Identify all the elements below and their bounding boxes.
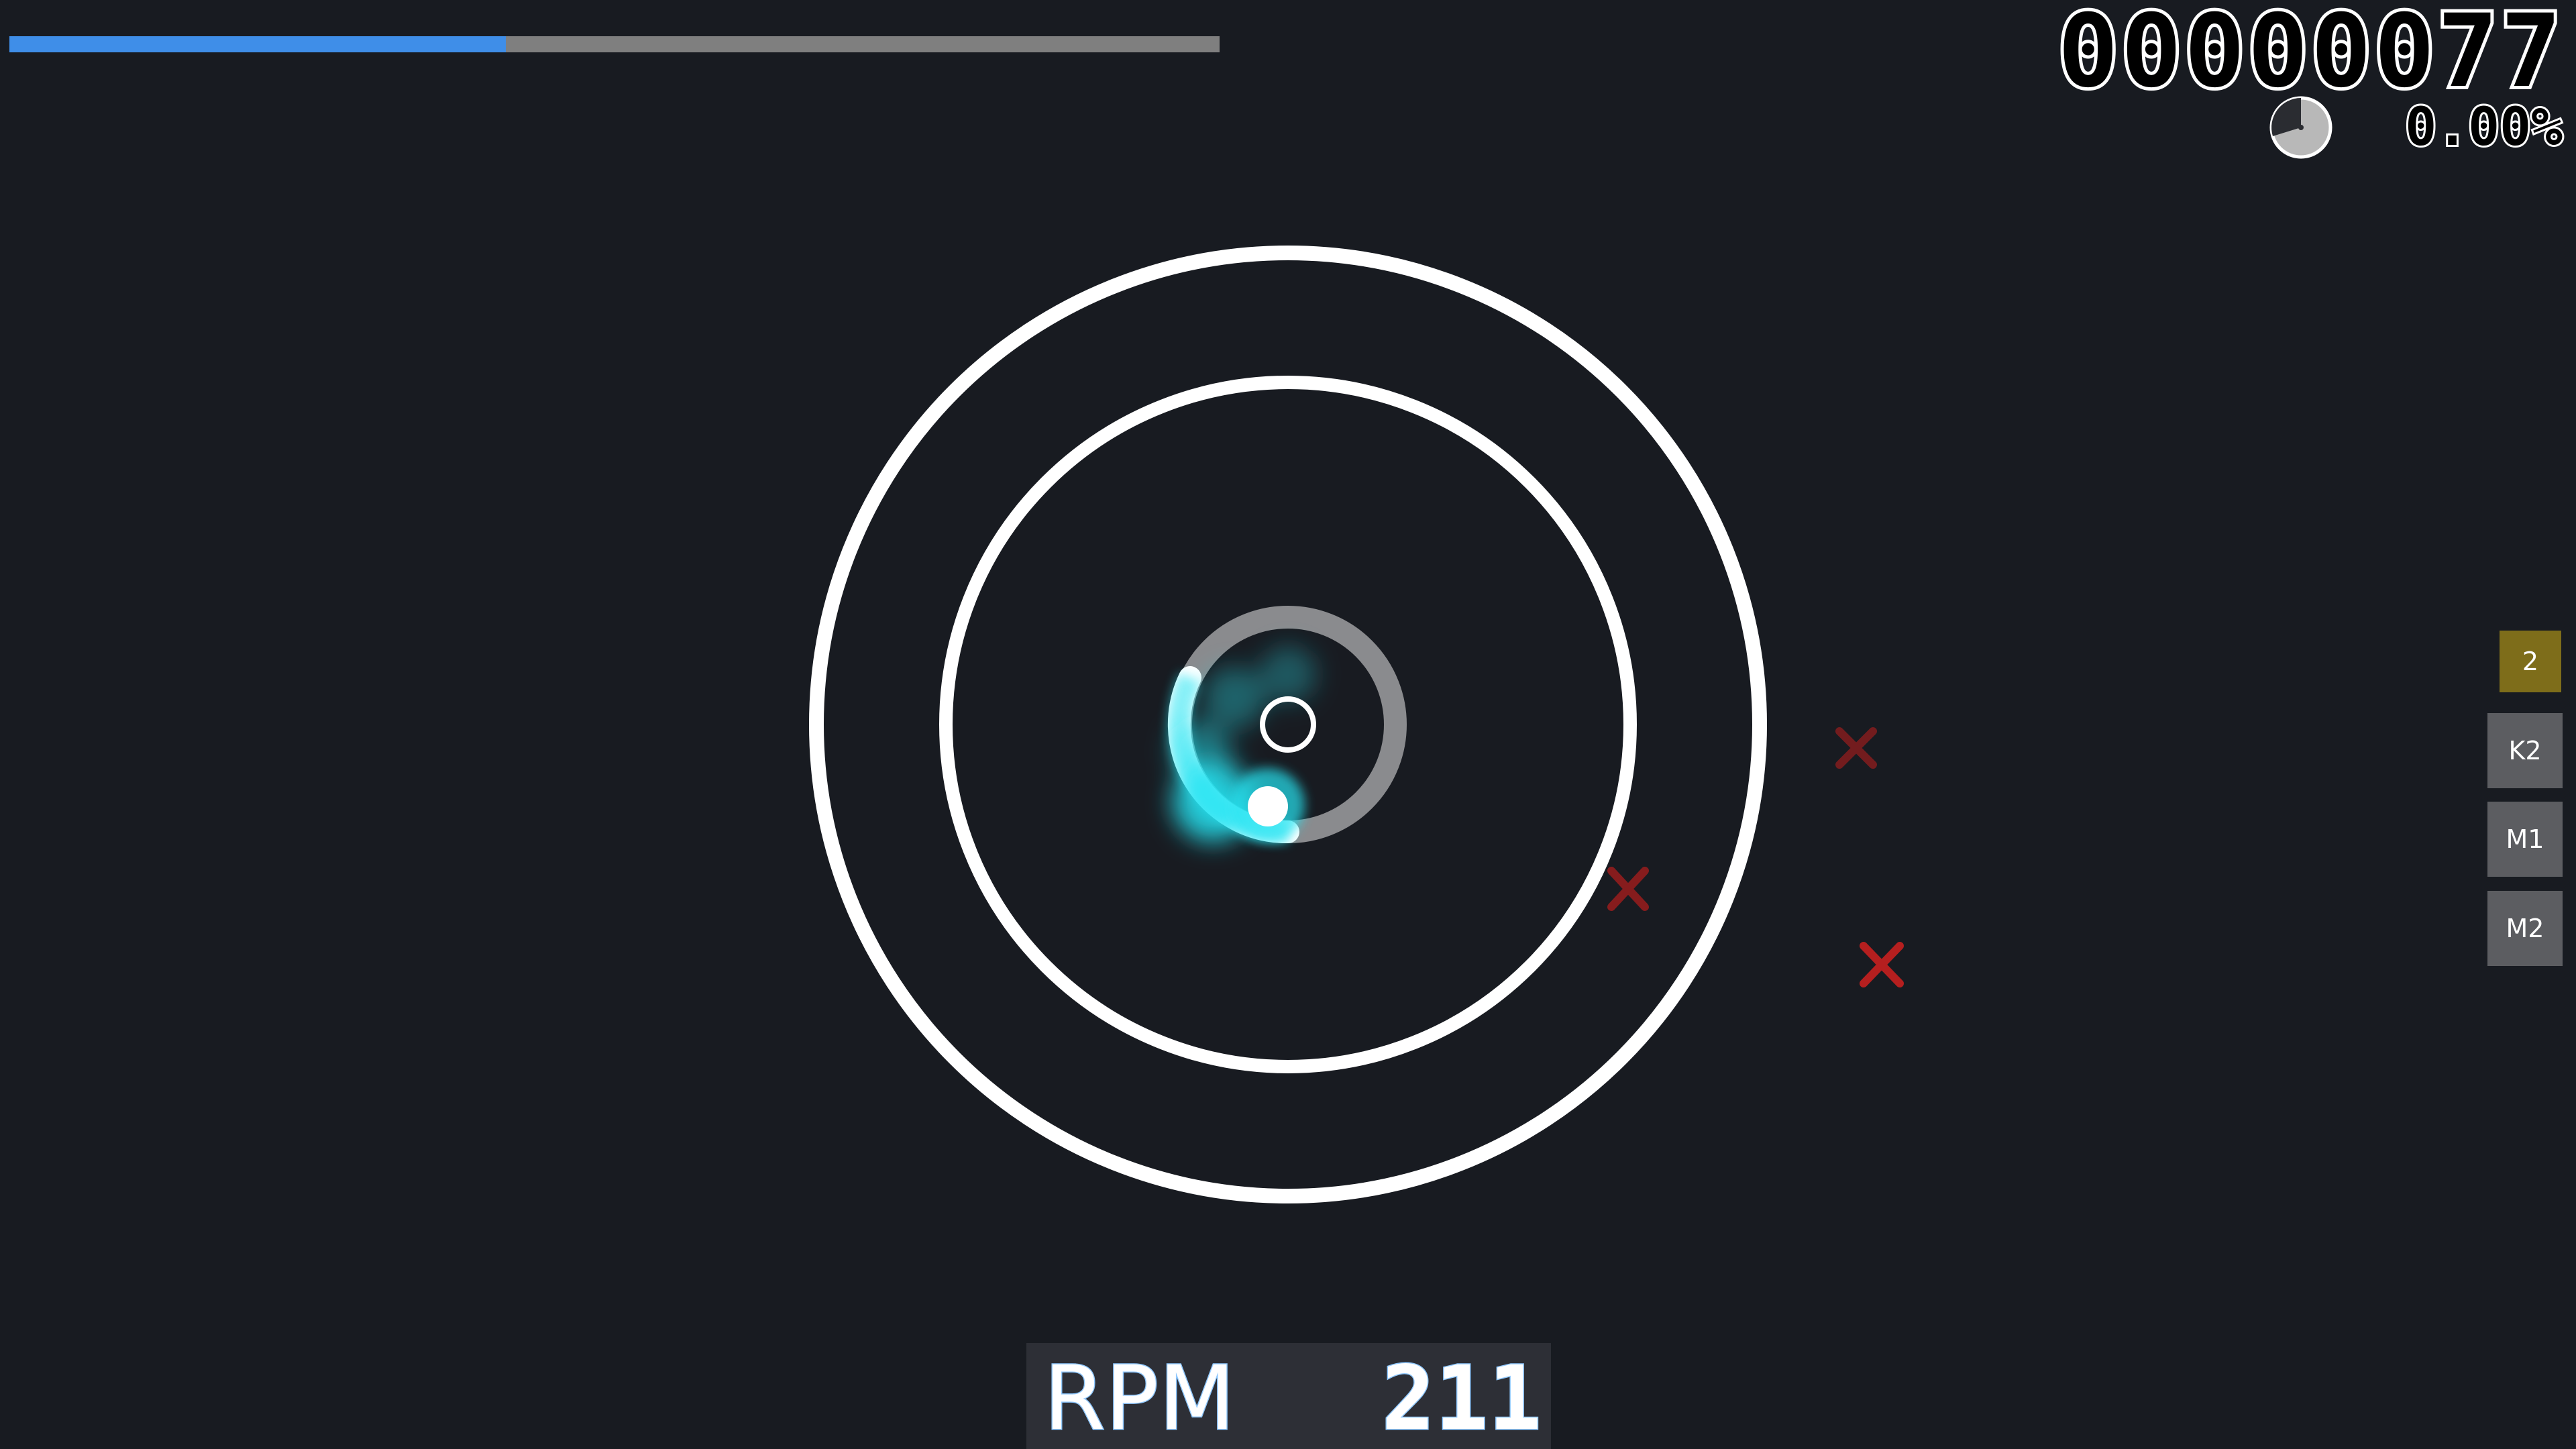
song-progress-fill xyxy=(9,36,506,52)
spinner-center-dot xyxy=(1260,696,1316,753)
rpm-value: 211 xyxy=(1381,1347,1542,1449)
key-overlay-counter: 2 xyxy=(2500,631,2561,692)
spinner-approach-ring xyxy=(939,376,1637,1073)
cursor xyxy=(1248,786,1288,826)
playfield xyxy=(9,36,2332,1203)
key-overlay-m1: M1 xyxy=(2487,802,2563,877)
miss-x-icon xyxy=(1835,727,1877,769)
rpm-panel: RPM 211 xyxy=(1026,1343,1551,1449)
miss-x-icon xyxy=(1607,867,1649,911)
accuracy-display: 0.00% xyxy=(2403,95,2565,160)
score-counter: 00000077 xyxy=(2055,0,2565,110)
key-overlay-k2: K2 xyxy=(2487,713,2563,788)
rpm-label: RPM xyxy=(1042,1347,1236,1449)
spinner-outer-ring xyxy=(809,246,1767,1203)
key-overlay-m2: M2 xyxy=(2487,891,2563,966)
miss-x-icon xyxy=(1860,942,1904,987)
